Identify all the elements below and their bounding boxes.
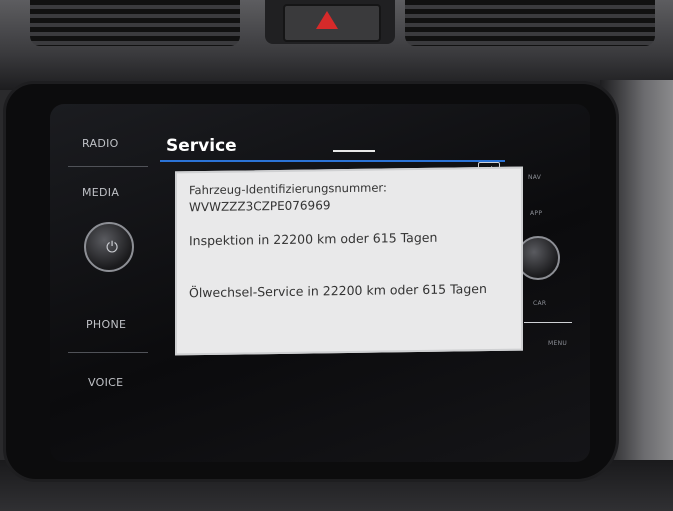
air-vent-right: [405, 0, 655, 46]
service-info-popup: Fahrzeug-Identifizierungsnummer: WVWZZZ3…: [175, 166, 523, 356]
radio-button[interactable]: RADIO: [82, 137, 119, 150]
app-button[interactable]: APP: [530, 210, 542, 217]
phone-button[interactable]: PHONE: [86, 318, 126, 331]
divider: [524, 322, 572, 323]
divider: [68, 166, 148, 167]
media-button[interactable]: MEDIA: [82, 186, 119, 199]
page-title: Service: [166, 136, 237, 156]
title-underline: [160, 160, 505, 162]
car-button[interactable]: CAR: [533, 300, 546, 307]
nav-button[interactable]: NAV: [528, 174, 541, 181]
page-indicator: [333, 150, 375, 152]
menu-button[interactable]: MENU: [548, 340, 567, 347]
vin-value: WVWZZZ3CZPE076969: [189, 198, 331, 215]
power-icon: ⏻: [106, 238, 118, 256]
divider: [68, 352, 148, 353]
air-vent-left: [30, 0, 240, 46]
inspection-text: Inspektion in 22200 km oder 615 Tagen: [189, 229, 438, 249]
warning-triangle-icon: [316, 11, 338, 29]
oil-service-text: Ölwechsel-Service in 22200 km oder 615 T…: [189, 281, 487, 301]
voice-button[interactable]: VOICE: [88, 376, 123, 389]
vin-label: Fahrzeug-Identifizierungsnummer:: [189, 180, 387, 198]
